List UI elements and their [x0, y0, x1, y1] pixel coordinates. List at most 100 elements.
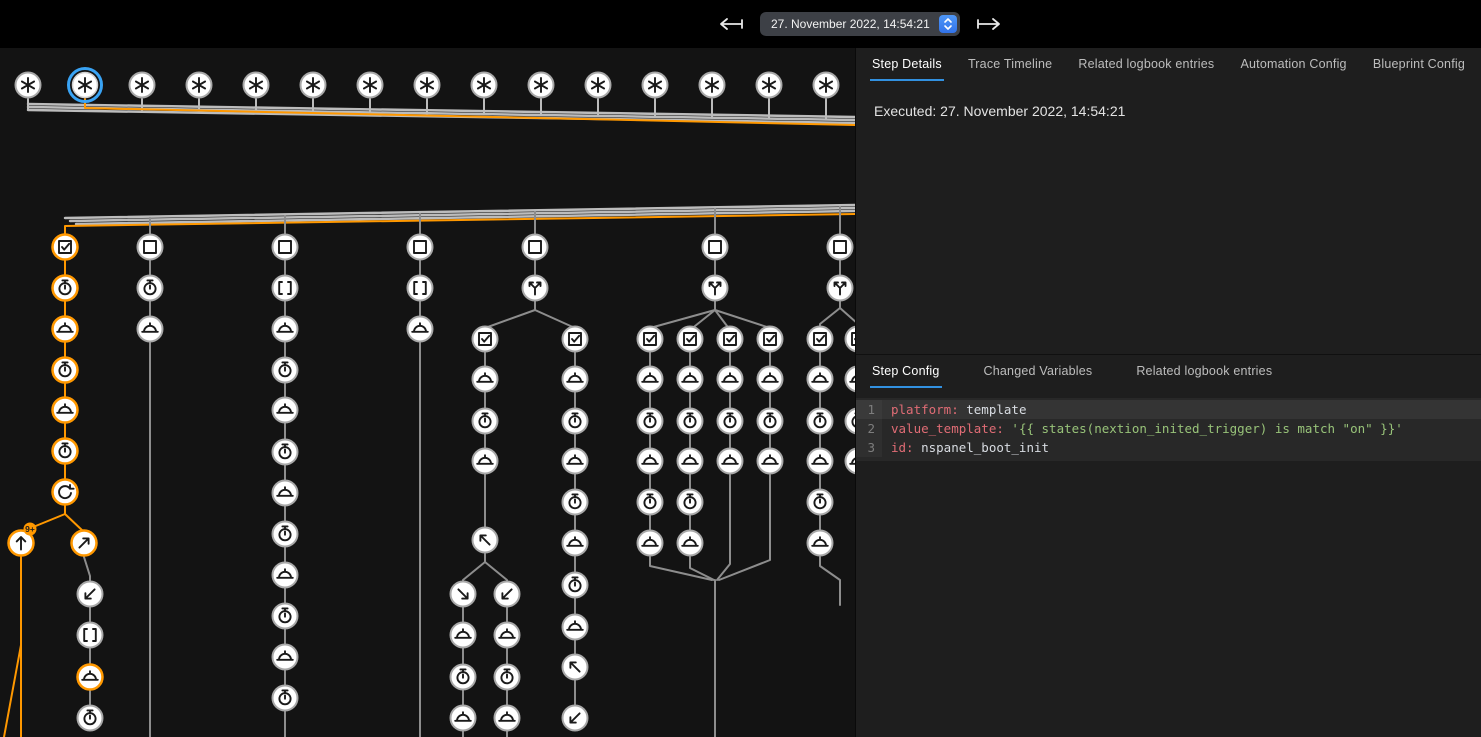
graph-node-dome[interactable] [718, 367, 743, 392]
graph-node-dome[interactable] [758, 367, 783, 392]
graph-node-timer[interactable] [808, 409, 833, 434]
graph-node-check[interactable] [758, 327, 783, 352]
graph-node-arrow-dl[interactable] [563, 706, 588, 731]
trace-run-selector[interactable]: 27. November 2022, 14:54:21 [760, 12, 960, 36]
graph-node-timer[interactable] [53, 276, 78, 301]
graph-node-square[interactable] [273, 235, 298, 260]
tab-automation-config[interactable]: Automation Config [1238, 48, 1348, 81]
tab-changed-variables[interactable]: Changed Variables [982, 355, 1095, 388]
tab-related-logbook-entries[interactable]: Related logbook entries [1134, 355, 1274, 388]
graph-node-asterisk[interactable] [130, 73, 155, 98]
graph-node-square[interactable] [138, 235, 163, 260]
graph-node-asterisk[interactable] [301, 73, 326, 98]
graph-node-check[interactable] [678, 327, 703, 352]
graph-node-dome[interactable] [53, 317, 78, 342]
graph-node-check[interactable] [563, 327, 588, 352]
graph-node-dome[interactable] [273, 398, 298, 423]
graph-node-asterisk[interactable] [472, 73, 497, 98]
graph-node-timer[interactable] [138, 276, 163, 301]
tab-step-details[interactable]: Step Details [870, 48, 944, 81]
graph-node-timer[interactable] [495, 665, 520, 690]
graph-node-timer[interactable] [273, 686, 298, 711]
graph-node-timer[interactable] [678, 409, 703, 434]
graph-node-dome[interactable] [678, 449, 703, 474]
tab-related-logbook-entries[interactable]: Related logbook entries [1076, 48, 1216, 81]
graph-node-timer[interactable] [53, 358, 78, 383]
graph-node-asterisk[interactable] [643, 73, 668, 98]
graph-node-dome[interactable] [678, 367, 703, 392]
graph-node-dome[interactable] [808, 367, 833, 392]
graph-node-square[interactable] [408, 235, 433, 260]
graph-node-dome[interactable] [473, 449, 498, 474]
graph-node-timer[interactable] [563, 573, 588, 598]
graph-node-dome[interactable] [808, 531, 833, 556]
graph-node-split[interactable] [703, 276, 728, 301]
graph-node-check[interactable] [718, 327, 743, 352]
graph-node-dome[interactable] [495, 706, 520, 731]
graph-node-dome[interactable] [78, 665, 103, 690]
graph-node-timer[interactable] [718, 409, 743, 434]
graph-node-timer[interactable] [563, 409, 588, 434]
graph-node-asterisk[interactable] [16, 73, 41, 98]
graph-node-check[interactable] [846, 327, 856, 352]
graph-node-asterisk[interactable] [69, 69, 102, 102]
graph-node-dome[interactable] [563, 531, 588, 556]
graph-node-dome[interactable] [138, 317, 163, 342]
graph-node-arrow-up[interactable]: 9+ [9, 523, 37, 556]
graph-node-timer[interactable] [273, 604, 298, 629]
graph-node-asterisk[interactable] [586, 73, 611, 98]
graph-node-split[interactable] [828, 276, 853, 301]
tab-step-config[interactable]: Step Config [870, 355, 942, 388]
graph-node-asterisk[interactable] [814, 73, 839, 98]
tab-trace-timeline[interactable]: Trace Timeline [966, 48, 1054, 81]
graph-node-asterisk[interactable] [757, 73, 782, 98]
graph-node-dome[interactable] [638, 449, 663, 474]
graph-node-dome[interactable] [451, 623, 476, 648]
graph-node-arrow-nw[interactable] [563, 655, 588, 680]
graph-node-asterisk[interactable] [415, 73, 440, 98]
graph-node-brackets[interactable] [408, 276, 433, 301]
graph-node-dome[interactable] [273, 481, 298, 506]
graph-node-dome[interactable] [718, 449, 743, 474]
graph-node-square[interactable] [703, 235, 728, 260]
previous-trace-button[interactable] [716, 15, 746, 33]
graph-node-check[interactable] [53, 235, 78, 260]
graph-node-timer[interactable] [758, 409, 783, 434]
graph-node-split[interactable] [523, 276, 548, 301]
tab-blueprint-config[interactable]: Blueprint Config [1371, 48, 1467, 81]
graph-node-timer[interactable] [846, 409, 856, 434]
graph-node-asterisk[interactable] [187, 73, 212, 98]
graph-node-dome[interactable] [563, 449, 588, 474]
graph-node-arrow-dl[interactable] [78, 582, 103, 607]
graph-node-dome[interactable] [273, 645, 298, 670]
graph-node-timer[interactable] [808, 490, 833, 515]
graph-node-dome[interactable] [638, 367, 663, 392]
graph-node-timer[interactable] [273, 440, 298, 465]
graph-node-timer[interactable] [78, 706, 103, 731]
graph-node-check[interactable] [808, 327, 833, 352]
graph-node-dome[interactable] [408, 317, 433, 342]
graph-node-asterisk[interactable] [358, 73, 383, 98]
graph-node-timer[interactable] [678, 490, 703, 515]
graph-node-dome[interactable] [53, 398, 78, 423]
graph-node-asterisk[interactable] [700, 73, 725, 98]
selector-stepper-icon[interactable] [939, 15, 957, 33]
graph-node-arrow-dl[interactable] [495, 582, 520, 607]
graph-node-arrow-dr[interactable] [451, 582, 476, 607]
automation-trace-graph[interactable]: 9+ [0, 0, 855, 737]
graph-node-timer[interactable] [563, 490, 588, 515]
graph-node-timer[interactable] [473, 409, 498, 434]
graph-node-check[interactable] [473, 327, 498, 352]
graph-node-dome[interactable] [846, 449, 856, 474]
graph-node-dome[interactable] [451, 706, 476, 731]
graph-node-timer[interactable] [273, 522, 298, 547]
graph-node-dome[interactable] [638, 531, 663, 556]
graph-node-timer[interactable] [53, 439, 78, 464]
graph-node-timer[interactable] [638, 409, 663, 434]
graph-node-dome[interactable] [563, 367, 588, 392]
graph-node-dome[interactable] [678, 531, 703, 556]
graph-node-check[interactable] [638, 327, 663, 352]
graph-node-asterisk[interactable] [529, 73, 554, 98]
graph-node-arrow-nw[interactable] [473, 528, 498, 553]
graph-node-dome[interactable] [563, 615, 588, 640]
